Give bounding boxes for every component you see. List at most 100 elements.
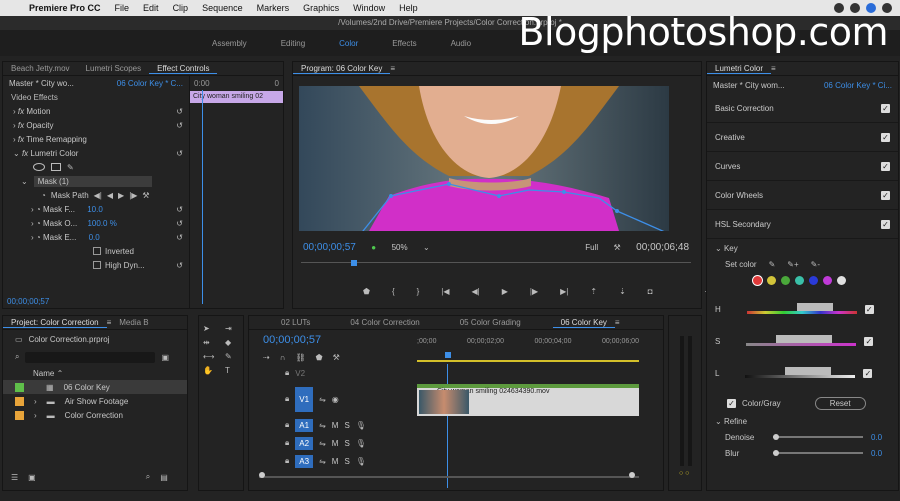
color-swatch[interactable] bbox=[837, 275, 846, 285]
insert-icon[interactable]: ⇢ bbox=[263, 353, 270, 362]
extract-icon[interactable]: ⇣ bbox=[619, 287, 626, 296]
stopwatch-icon[interactable]: ◔ bbox=[36, 205, 41, 214]
hue-checkbox[interactable]: ✓ bbox=[864, 304, 874, 314]
saturation-slider[interactable] bbox=[746, 335, 857, 347]
color-swatch[interactable] bbox=[781, 275, 790, 285]
pen-tool-icon[interactable]: ✎ bbox=[225, 352, 243, 361]
section-creative[interactable]: Creative ✓ bbox=[707, 123, 898, 152]
reset-button[interactable]: Reset bbox=[814, 396, 866, 410]
section-checkbox[interactable]: ✓ bbox=[881, 103, 890, 113]
effect-row-motion[interactable]: › fx Motion ↺ bbox=[3, 104, 183, 118]
expand-chevron-icon[interactable]: › bbox=[31, 219, 34, 228]
pen-mask-icon[interactable]: ✎ bbox=[67, 163, 74, 172]
track-label[interactable]: A2 bbox=[295, 436, 314, 450]
collapse-chevron-icon[interactable]: ⌄ bbox=[715, 417, 722, 426]
expand-chevron-icon[interactable]: › bbox=[13, 107, 16, 116]
toggle-sync-icon[interactable]: ⇋ bbox=[319, 421, 326, 430]
ec-timecode[interactable]: 00;00;00;57 bbox=[7, 294, 49, 308]
go-to-out-icon[interactable]: ▶| bbox=[560, 287, 568, 296]
param-value[interactable]: 0.0 bbox=[89, 233, 100, 242]
playhead-marker[interactable] bbox=[445, 352, 451, 358]
track-label[interactable]: A1 bbox=[295, 418, 314, 432]
eyedropper-icon[interactable]: ✎ bbox=[769, 260, 776, 269]
camera-icon[interactable]: ◘ bbox=[648, 287, 653, 296]
list-item[interactable]: › ▬ Color Correction bbox=[3, 408, 187, 422]
menu-help[interactable]: Help bbox=[392, 3, 425, 13]
scroll-end-knob[interactable] bbox=[629, 472, 635, 478]
effect-row-time-remapping[interactable]: › fx Time Remapping bbox=[3, 132, 183, 146]
track-label[interactable]: V2 bbox=[295, 369, 305, 378]
meter-solo-buttons[interactable]: ○ ○ bbox=[679, 470, 689, 477]
menu-window[interactable]: Window bbox=[346, 3, 392, 13]
reset-icon[interactable]: ↺ bbox=[176, 219, 183, 228]
solo-icon[interactable]: S bbox=[344, 421, 349, 430]
track-select-icon[interactable]: ⇥ bbox=[225, 324, 243, 333]
go-to-in-icon[interactable]: |◀ bbox=[441, 287, 449, 296]
expand-chevron-icon[interactable]: › bbox=[34, 411, 37, 420]
color-swatch[interactable] bbox=[753, 275, 762, 285]
section-checkbox[interactable]: ✓ bbox=[881, 190, 890, 200]
panel-menu-icon[interactable]: ≡ bbox=[390, 64, 395, 73]
eye-icon[interactable]: ◉ bbox=[332, 395, 339, 404]
icon-view-icon[interactable]: ▣ bbox=[28, 473, 36, 482]
step-forward-icon[interactable]: |▶ bbox=[530, 287, 538, 296]
tab-effect-controls[interactable]: Effect Controls bbox=[149, 64, 218, 74]
mask-label[interactable]: Mask (1) bbox=[33, 175, 152, 187]
time-ruler[interactable]: ;00;00 00;00;02;00 00;00;04;00 00;00;06;… bbox=[417, 334, 639, 362]
playhead-marker[interactable] bbox=[351, 260, 357, 266]
razor-tool-icon[interactable]: ◆ bbox=[225, 338, 243, 347]
menu-sequence[interactable]: Sequence bbox=[195, 3, 250, 13]
search-input[interactable] bbox=[25, 351, 156, 363]
expand-chevron-icon[interactable]: › bbox=[31, 205, 34, 214]
effect-row-opacity[interactable]: › fx Opacity ↺ bbox=[3, 118, 183, 132]
denoise-value[interactable]: 0.0 bbox=[871, 433, 882, 442]
section-checkbox[interactable]: ✓ bbox=[881, 161, 890, 171]
high-dyn-checkbox[interactable] bbox=[93, 261, 101, 269]
quality-select[interactable]: Full bbox=[585, 243, 598, 252]
color-swatch[interactable] bbox=[823, 275, 832, 285]
reset-icon[interactable]: ↺ bbox=[176, 233, 183, 242]
color-swatch[interactable] bbox=[809, 275, 818, 285]
saturation-checkbox[interactable]: ✓ bbox=[864, 336, 874, 346]
video-frame[interactable] bbox=[299, 86, 669, 231]
stopwatch-icon[interactable]: ◔ bbox=[36, 233, 41, 242]
step-back-icon[interactable]: ◀| bbox=[472, 287, 480, 296]
scroll-start-knob[interactable] bbox=[259, 472, 265, 478]
track-forward-icon[interactable]: ▶ bbox=[118, 191, 124, 200]
expand-chevron-icon[interactable]: › bbox=[34, 397, 37, 406]
mute-icon[interactable]: M bbox=[332, 439, 339, 448]
hue-slider[interactable] bbox=[746, 303, 857, 315]
tab-program[interactable]: Program: 06 Color Key bbox=[293, 64, 391, 74]
slider-knob[interactable] bbox=[773, 434, 779, 440]
color-swatch[interactable] bbox=[767, 275, 776, 285]
inverted-checkbox[interactable] bbox=[93, 247, 101, 255]
linked-icon[interactable]: ⛓ bbox=[295, 353, 305, 362]
reset-icon[interactable]: ↺ bbox=[176, 261, 183, 270]
tab-sequence[interactable]: 04 Color Correction bbox=[342, 318, 427, 327]
eyedropper-add-icon[interactable]: ✎+ bbox=[787, 260, 798, 269]
section-curves[interactable]: Curves ✓ bbox=[707, 152, 898, 181]
name-header[interactable]: Name ⌃ bbox=[3, 366, 187, 380]
lock-icon[interactable]: 🔒︎ bbox=[285, 456, 289, 466]
play-icon[interactable]: ▶ bbox=[502, 287, 508, 296]
mask-path-overlay[interactable] bbox=[299, 86, 669, 231]
collapse-chevron-icon[interactable]: ⌄ bbox=[13, 149, 20, 158]
section-color-wheels[interactable]: Color Wheels ✓ bbox=[707, 181, 898, 210]
tab-sequence[interactable]: 02 LUTs bbox=[273, 318, 318, 327]
tab-source[interactable]: Beach Jetty.mov bbox=[3, 64, 78, 73]
wrench-icon[interactable]: ⚒ bbox=[333, 353, 340, 362]
menu-edit[interactable]: Edit bbox=[136, 3, 166, 13]
expand-chevron-icon[interactable]: › bbox=[13, 121, 16, 130]
toggle-sync-icon[interactable]: ⇋ bbox=[319, 439, 326, 448]
collapse-chevron-icon[interactable]: ⌄ bbox=[715, 244, 722, 253]
param-value[interactable]: 100.0 % bbox=[87, 219, 116, 228]
clip-label[interactable]: 06 Color Key * C... bbox=[117, 79, 183, 88]
reset-icon[interactable]: ↺ bbox=[176, 121, 183, 130]
luminance-slider[interactable] bbox=[745, 367, 856, 379]
stopwatch-icon[interactable]: ◔ bbox=[41, 191, 46, 200]
refine-heading[interactable]: ⌄ Refine bbox=[707, 413, 898, 429]
toggle-sync-icon[interactable]: ⇋ bbox=[319, 457, 326, 466]
section-checkbox[interactable]: ✓ bbox=[881, 132, 890, 142]
track-backward-icon[interactable]: ◀| bbox=[94, 191, 102, 200]
list-item[interactable]: › ▬ Air Show Footage bbox=[3, 394, 187, 408]
